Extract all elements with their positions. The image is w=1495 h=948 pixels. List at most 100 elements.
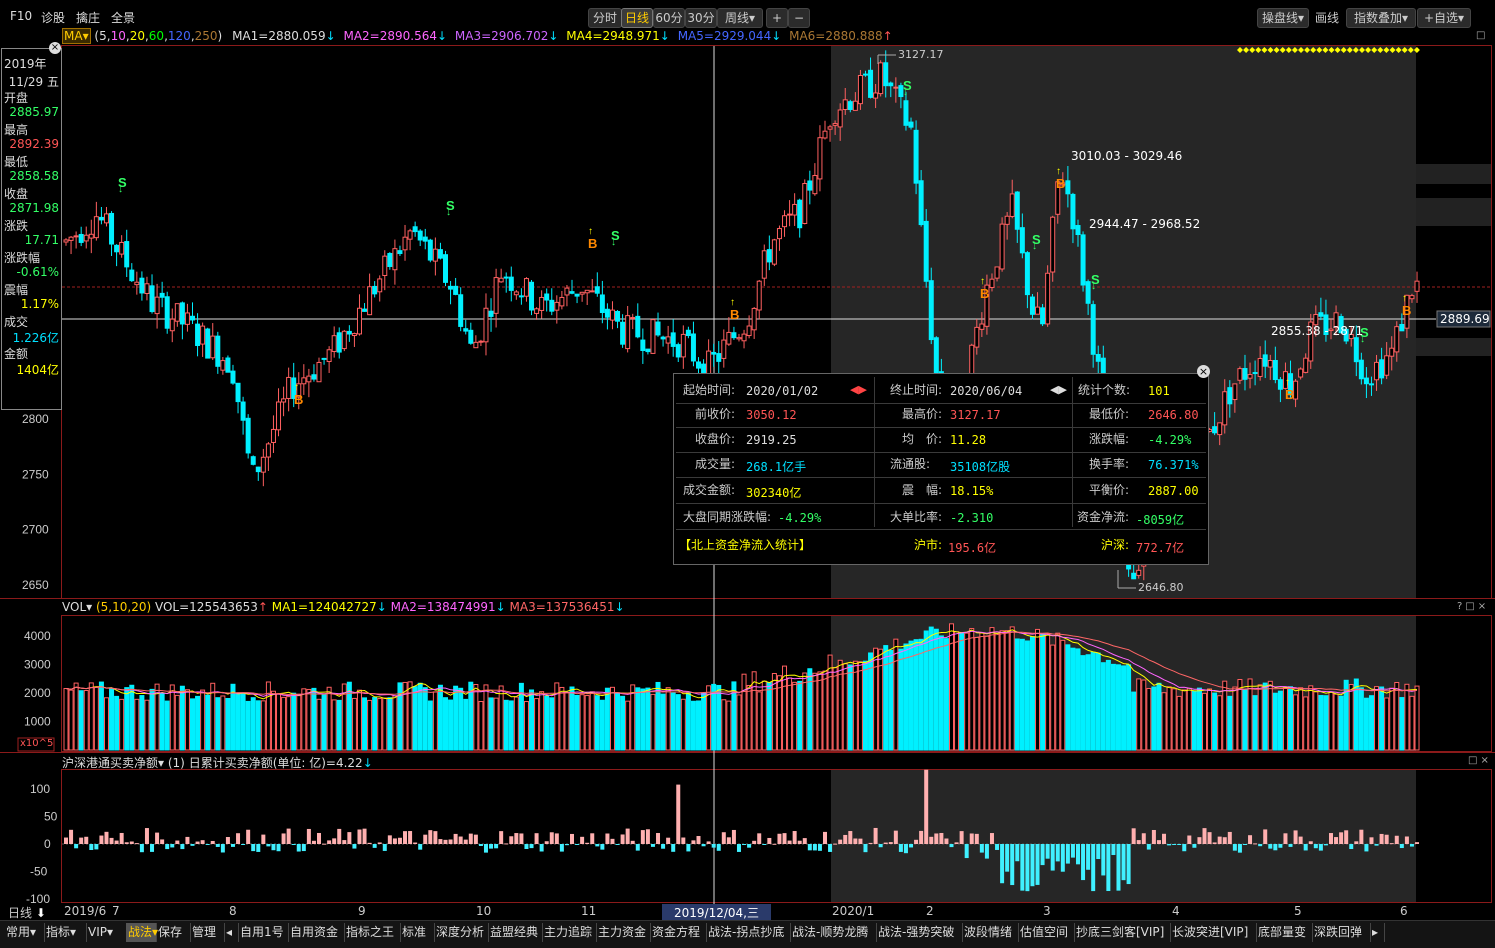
- info-close-icon[interactable]: ×: [49, 42, 61, 54]
- draw-line-button[interactable]: 画线: [1311, 8, 1343, 28]
- net-flow-bar: [615, 844, 620, 845]
- candle-body: [159, 292, 165, 298]
- popup-start[interactable]: 2020/01/02: [746, 384, 818, 398]
- bottom-tab[interactable]: 深跌回弹: [1312, 923, 1371, 942]
- bottom-tab[interactable]: 底部量变: [1256, 923, 1313, 942]
- candle-body: [776, 228, 782, 240]
- volume-bar: [255, 700, 261, 751]
- bottom-tab[interactable]: 抄底三剑客[VIP]: [1074, 923, 1171, 942]
- net-flow-bar: [1040, 844, 1045, 866]
- net-flow-bar: [144, 828, 149, 844]
- index-overlay-menu[interactable]: 指数叠加▾: [1346, 8, 1416, 28]
- volume-bar: [599, 699, 605, 751]
- popup-close-icon[interactable]: ×: [1197, 365, 1210, 378]
- x-label: 10: [476, 904, 492, 918]
- period-30m[interactable]: 30分: [685, 8, 717, 28]
- popup-end[interactable]: 2020/06/04: [950, 384, 1022, 398]
- ma-selector[interactable]: MA▾: [62, 28, 91, 44]
- net-flow-bar: [69, 829, 74, 844]
- volume-bar: [670, 692, 676, 751]
- period-60m[interactable]: 60分: [653, 8, 685, 28]
- popup-start-stepper[interactable]: ◀▶: [850, 383, 867, 396]
- candle-body: [746, 325, 752, 337]
- flow-window-buttons[interactable]: □×: [1468, 755, 1492, 766]
- volume-bar: [660, 693, 666, 751]
- bottom-tab[interactable]: 战法▾: [126, 923, 158, 942]
- net-flow-bar: [848, 831, 853, 844]
- buy-marker: B: [588, 236, 597, 251]
- bottom-tab[interactable]: 保存: [156, 923, 191, 942]
- bottom-tab[interactable]: 战法-顺势龙腾: [790, 923, 877, 942]
- bottom-tab[interactable]: 自用资金: [288, 923, 345, 942]
- candle-body: [493, 277, 499, 314]
- net-flow-bar: [701, 844, 706, 847]
- zoom-out-button[interactable]: −: [788, 8, 810, 28]
- bottom-tab[interactable]: VIP▾: [86, 923, 127, 942]
- volume-bar: [205, 694, 211, 751]
- vol-window-buttons[interactable]: ?□×: [1457, 601, 1489, 612]
- bottom-tab[interactable]: 管理: [190, 923, 225, 942]
- net-flow-bar: [1192, 844, 1197, 848]
- bottom-tab[interactable]: 资金方程: [650, 923, 707, 942]
- f10-button[interactable]: F10: [10, 9, 32, 23]
- bottom-tab[interactable]: 长波突进[VIP]: [1170, 923, 1257, 942]
- vol-params: (5,10,20): [95, 600, 152, 614]
- watchlist-menu[interactable]: +自选▾: [1417, 8, 1471, 28]
- panorama-button[interactable]: 全景: [111, 9, 135, 26]
- buy-arrow: ↑: [1056, 166, 1061, 177]
- bottom-tab[interactable]: 益盟经典: [488, 923, 543, 942]
- price-window-button[interactable]: □: [1476, 30, 1485, 41]
- net-flow-bar: [873, 827, 878, 844]
- volume-bar: [680, 698, 686, 751]
- bottom-tab[interactable]: 战法-强势突破: [876, 923, 963, 942]
- buy-marker: B: [730, 307, 739, 322]
- net-flow-bar: [1389, 843, 1394, 845]
- qinzhuang-button[interactable]: 擒庄: [76, 9, 100, 26]
- net-flow-bar: [170, 844, 175, 848]
- volume-bar: [407, 681, 413, 751]
- net-flow-bar: [261, 834, 266, 844]
- bottom-tab[interactable]: 指标之王: [344, 923, 401, 942]
- period-weekly[interactable]: 周线▾: [717, 8, 763, 28]
- net-flow-bar: [1339, 832, 1344, 844]
- volume-bar: [878, 648, 884, 751]
- bottom-tab[interactable]: 常用▾: [4, 923, 45, 942]
- volume-bar: [640, 688, 646, 751]
- net-flow-bar: [89, 844, 94, 851]
- volume-bar: [513, 696, 519, 751]
- bottom-tab[interactable]: 估值空间: [1018, 923, 1075, 942]
- bottom-tab[interactable]: 主力追踪: [542, 923, 597, 942]
- zoom-in-button[interactable]: +: [766, 8, 788, 28]
- bottom-tab[interactable]: 战法-拐点抄底: [706, 923, 791, 942]
- net-flow-bar: [878, 844, 883, 848]
- popup-high-label: 最高价:: [902, 407, 943, 421]
- flow-selector[interactable]: 沪深港通买卖净额▾: [62, 756, 164, 770]
- bottom-tab[interactable]: ▸: [1370, 923, 1385, 942]
- net-flow-bar: [1232, 844, 1237, 851]
- popup-end-stepper[interactable]: ◀▶: [1050, 383, 1067, 396]
- net-flow-bar: [236, 833, 241, 844]
- popup-turnover: 76.371%: [1148, 458, 1199, 472]
- candle-body: [1080, 234, 1086, 286]
- vol-selector[interactable]: VOL▾: [62, 600, 92, 614]
- volume-bar: [862, 660, 868, 751]
- volume-bar: [432, 691, 438, 751]
- net-flow-bar: [726, 837, 731, 844]
- bottom-tab[interactable]: 标准: [400, 923, 435, 942]
- bottom-tab[interactable]: 波段情绪: [962, 923, 1019, 942]
- bottom-tab[interactable]: 深度分析: [434, 923, 489, 942]
- period-daily[interactable]: 日线: [621, 8, 653, 28]
- net-flow-bar: [1162, 833, 1167, 844]
- candle-body: [1257, 358, 1263, 377]
- bottom-tab[interactable]: ◂: [224, 923, 239, 942]
- period-fenshi[interactable]: 分时: [588, 8, 622, 28]
- net-flow-bar: [640, 830, 645, 844]
- bottom-tab[interactable]: 主力资金: [596, 923, 651, 942]
- bottom-tab[interactable]: 自用1号: [238, 923, 289, 942]
- x-period-label[interactable]: 日线 ⬇: [8, 904, 46, 921]
- net-flow-bar: [403, 831, 408, 844]
- info-low-label: 最低: [4, 155, 29, 169]
- caopanxian-menu[interactable]: 操盘线▾: [1257, 8, 1309, 28]
- diagnose-button[interactable]: 诊股: [41, 9, 65, 26]
- bottom-tab[interactable]: 指标▾: [44, 923, 87, 942]
